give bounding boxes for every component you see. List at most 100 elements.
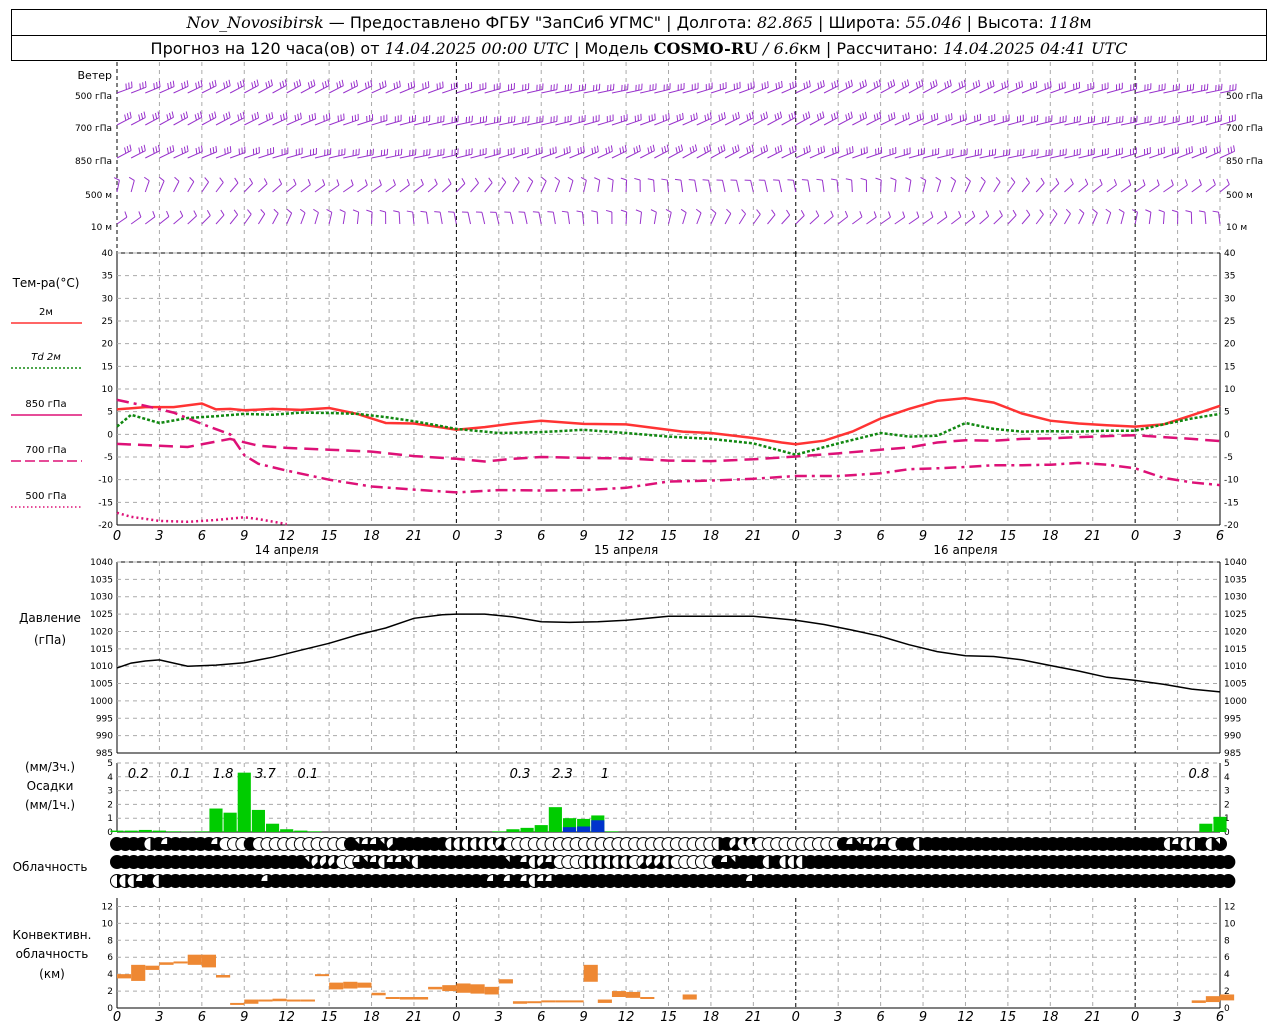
- precip-unit1: (мм/1ч.): [25, 798, 75, 812]
- temp-ytick-left: -10: [98, 476, 113, 486]
- wind-barb-feather: [311, 114, 314, 121]
- wind-barb-feather: [138, 211, 142, 218]
- wind-barb: [300, 153, 317, 159]
- wind-barb-feather: [665, 114, 667, 121]
- wind-barb-feather: [634, 177, 641, 181]
- wind-barb: [314, 184, 325, 193]
- conv-cloud-bar: [456, 983, 471, 993]
- temp-xtick: 0: [792, 529, 800, 544]
- wind-barb-feather: [864, 79, 867, 86]
- wind-barb: [342, 212, 346, 225]
- wind-barb: [1177, 184, 1188, 193]
- cloud-title: Облачность: [13, 860, 88, 874]
- wind-barb-feather: [171, 111, 174, 118]
- wind-barb: [625, 89, 642, 94]
- conv-xtick: 0: [792, 1010, 800, 1024]
- conv-cloud-bar: [470, 984, 485, 994]
- wind-barb-feather: [434, 211, 441, 213]
- wind-barb-feather: [214, 111, 217, 118]
- wind-barb-feather: [152, 211, 156, 218]
- precip-rain-bar: [195, 831, 209, 832]
- wind-barb: [1149, 88, 1166, 94]
- conv-cloud-bar: [413, 997, 429, 1000]
- wind-barb: [936, 85, 952, 94]
- wind-barb: [329, 153, 345, 159]
- wind-barb-feather: [711, 208, 717, 214]
- wind-barb: [1149, 121, 1166, 126]
- wind-barb: [258, 152, 274, 159]
- wind-barb: [922, 118, 939, 126]
- wind-barb: [965, 85, 981, 94]
- wind-barb: [1149, 184, 1160, 193]
- wind-barb-feather: [126, 113, 130, 120]
- wind-barb-feather: [817, 82, 820, 89]
- wind-barb-feather: [723, 144, 726, 151]
- conv-cloud-bar: [329, 982, 344, 990]
- wind-barb: [894, 152, 911, 159]
- wind-barb-feather: [541, 176, 547, 182]
- wind-barb: [555, 120, 572, 126]
- wind-barb: [936, 216, 948, 225]
- wind-barb-feather: [800, 210, 805, 216]
- precip-rain-bar: [237, 772, 251, 832]
- wind-barb: [1177, 89, 1194, 94]
- wind-barb: [569, 89, 586, 94]
- wind-barb: [1078, 121, 1095, 126]
- wind-barb: [680, 180, 684, 193]
- wind-barb-feather: [620, 177, 627, 181]
- wind-barb-feather: [833, 112, 836, 119]
- wind-barb-feather: [396, 81, 399, 88]
- wind-barb-feather: [474, 177, 479, 184]
- wind-barb: [215, 214, 225, 225]
- wind-barb: [371, 119, 388, 126]
- wind-barb-feather: [447, 178, 452, 185]
- wind-barb-feather: [682, 112, 684, 119]
- conv-ytick-left: 12: [102, 902, 113, 912]
- conv-cloud-bar: [230, 1002, 245, 1005]
- conv-cloud-bar: [343, 981, 358, 989]
- wind-barb-feather: [859, 211, 863, 218]
- wind-barb: [555, 151, 571, 159]
- pres-ytick-left: 1025: [90, 610, 113, 620]
- wind-barb-feather: [819, 112, 822, 119]
- wind-barb-feather: [688, 179, 695, 181]
- precip-rain-bar: [1199, 823, 1213, 832]
- wind-barb-feather: [904, 80, 907, 87]
- wind-barb-feather: [1099, 178, 1103, 185]
- conv-xtick: 18: [703, 1010, 720, 1024]
- wind-barb-feather: [1070, 178, 1074, 185]
- wind-barb: [1021, 120, 1038, 126]
- wind-barb: [300, 212, 306, 225]
- wind-barb: [427, 154, 444, 159]
- wind-barb-feather: [893, 112, 896, 119]
- wind-barb-feather: [619, 147, 622, 154]
- wind-barb-feather: [778, 82, 780, 89]
- temp-legend-label: 2м: [39, 307, 53, 318]
- wind-barb: [611, 180, 614, 193]
- conv-ytick-right: 4: [1224, 970, 1230, 980]
- wind-barb-feather: [143, 111, 146, 118]
- wind-level-right: 850 гПа: [1226, 157, 1263, 167]
- wind-barb-feather: [695, 112, 698, 119]
- wind-barb: [682, 149, 697, 159]
- wind-barb-feather: [916, 211, 920, 218]
- wind-barb: [343, 154, 359, 159]
- wind-level-left: 850 гПа: [75, 157, 112, 167]
- wind-barb-feather: [1213, 147, 1216, 155]
- wind-barb: [144, 180, 150, 193]
- conv-cloud-bar: [611, 991, 627, 997]
- wind-barb: [753, 86, 769, 94]
- wind-barb-feather: [633, 147, 636, 154]
- wind-barb-feather: [735, 113, 738, 120]
- wind-barb-feather: [958, 210, 962, 217]
- wind-barb-feather: [364, 179, 368, 186]
- wind-barb-feather: [256, 79, 259, 86]
- wind-barb: [201, 116, 217, 126]
- wind-barb: [682, 212, 687, 225]
- wind-barb-feather: [823, 145, 826, 152]
- wind-barb: [470, 182, 479, 193]
- wind-barb-feather: [140, 146, 144, 153]
- wind-barb-feather: [282, 80, 285, 87]
- wind-barb: [498, 181, 507, 193]
- wind-barb: [509, 212, 514, 225]
